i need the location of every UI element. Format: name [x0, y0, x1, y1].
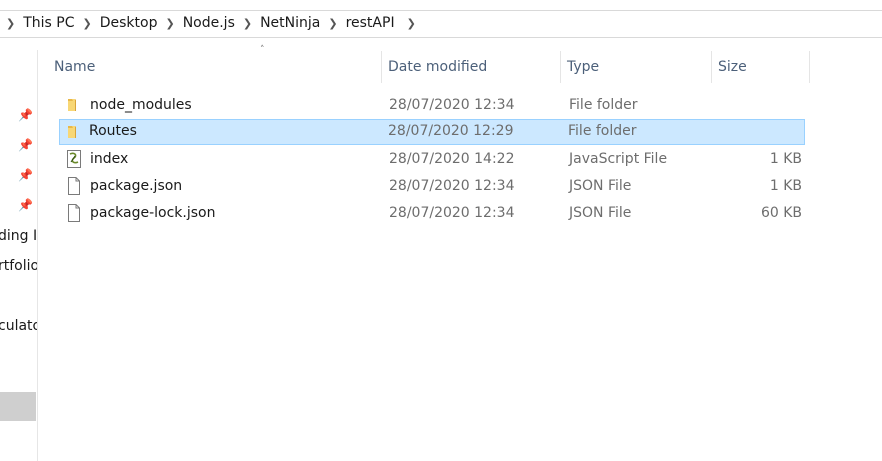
file-date: 28/07/2020 12:34	[389, 97, 515, 113]
file-type: JavaScript File	[569, 151, 668, 167]
column-header-row: ˄ Name Date modified Type Size	[48, 45, 810, 83]
file-type: JSON File	[569, 205, 632, 221]
file-row[interactable]: package.json 28/07/2020 12:34 JSON File …	[59, 173, 805, 199]
folder-icon	[66, 123, 82, 141]
nav-item-label[interactable]: ding I	[0, 228, 37, 244]
file-row[interactable]: index 28/07/2020 14:22 JavaScript File 1…	[59, 146, 805, 172]
pin-icon[interactable]: 📌	[18, 168, 33, 182]
file-name: package-lock.json	[90, 205, 216, 221]
chevron-right-icon[interactable]: ❯	[81, 17, 94, 30]
file-size: 1 KB	[769, 151, 802, 167]
column-header-size[interactable]: Size	[712, 51, 810, 83]
chevron-right-icon[interactable]: ❯	[241, 17, 254, 30]
document-icon	[66, 204, 82, 222]
nav-item-label[interactable]: rtfolio	[0, 258, 37, 274]
chevron-right-icon[interactable]: ❯	[163, 17, 176, 30]
file-name: package.json	[90, 178, 183, 194]
file-size: 1 KB	[769, 178, 802, 194]
file-date: 28/07/2020 14:22	[389, 151, 515, 167]
javascript-file-icon	[66, 150, 82, 168]
file-name: node_modules	[90, 97, 192, 113]
file-row-selected[interactable]: Routes 28/07/2020 12:29 File folder	[59, 119, 805, 145]
file-row[interactable]: package-lock.json 28/07/2020 12:34 JSON …	[59, 200, 805, 226]
file-date: 28/07/2020 12:29	[388, 123, 514, 139]
column-header-date-modified[interactable]: Date modified	[382, 51, 561, 83]
file-size: 60 KB	[760, 205, 802, 221]
document-icon	[66, 177, 82, 195]
address-bar[interactable]: ❯ This PC ❯ Desktop ❯ Node.js ❯ NetNinja…	[0, 10, 882, 38]
chevron-right-icon[interactable]: ❯	[326, 17, 339, 30]
file-name: Routes	[89, 123, 137, 139]
column-header-type[interactable]: Type	[561, 51, 712, 83]
file-type: File folder	[569, 97, 638, 113]
nav-item-label[interactable]: culato	[0, 318, 37, 334]
chevron-right-icon[interactable]: ❯	[401, 17, 418, 30]
breadcrumb-item-restapi[interactable]: restAPI	[340, 15, 401, 31]
pin-icon[interactable]: 📌	[18, 108, 33, 122]
pin-icon[interactable]: 📌	[18, 198, 33, 212]
file-type: File folder	[568, 123, 637, 139]
breadcrumb-item-this-pc[interactable]: This PC	[17, 15, 80, 31]
chevron-right-icon[interactable]: ❯	[4, 17, 17, 30]
breadcrumb-item-desktop[interactable]: Desktop	[94, 15, 164, 31]
file-row[interactable]: node_modules 28/07/2020 12:34 File folde…	[59, 92, 805, 118]
column-header-name[interactable]: Name	[48, 51, 382, 83]
file-date: 28/07/2020 12:34	[389, 178, 515, 194]
nav-item-selected[interactable]	[0, 392, 36, 421]
pin-icon[interactable]: 📌	[18, 138, 33, 152]
file-date: 28/07/2020 12:34	[389, 205, 515, 221]
folder-icon	[66, 96, 82, 114]
file-name: index	[90, 151, 129, 167]
breadcrumb: ❯ This PC ❯ Desktop ❯ Node.js ❯ NetNinja…	[4, 15, 418, 31]
navigation-pane[interactable]: 📌 📌 📌 📌 ding I rtfolio culato	[0, 50, 38, 461]
breadcrumb-item-nodejs[interactable]: Node.js	[177, 15, 241, 31]
breadcrumb-item-netninja[interactable]: NetNinja	[254, 15, 326, 31]
file-type: JSON File	[569, 178, 632, 194]
